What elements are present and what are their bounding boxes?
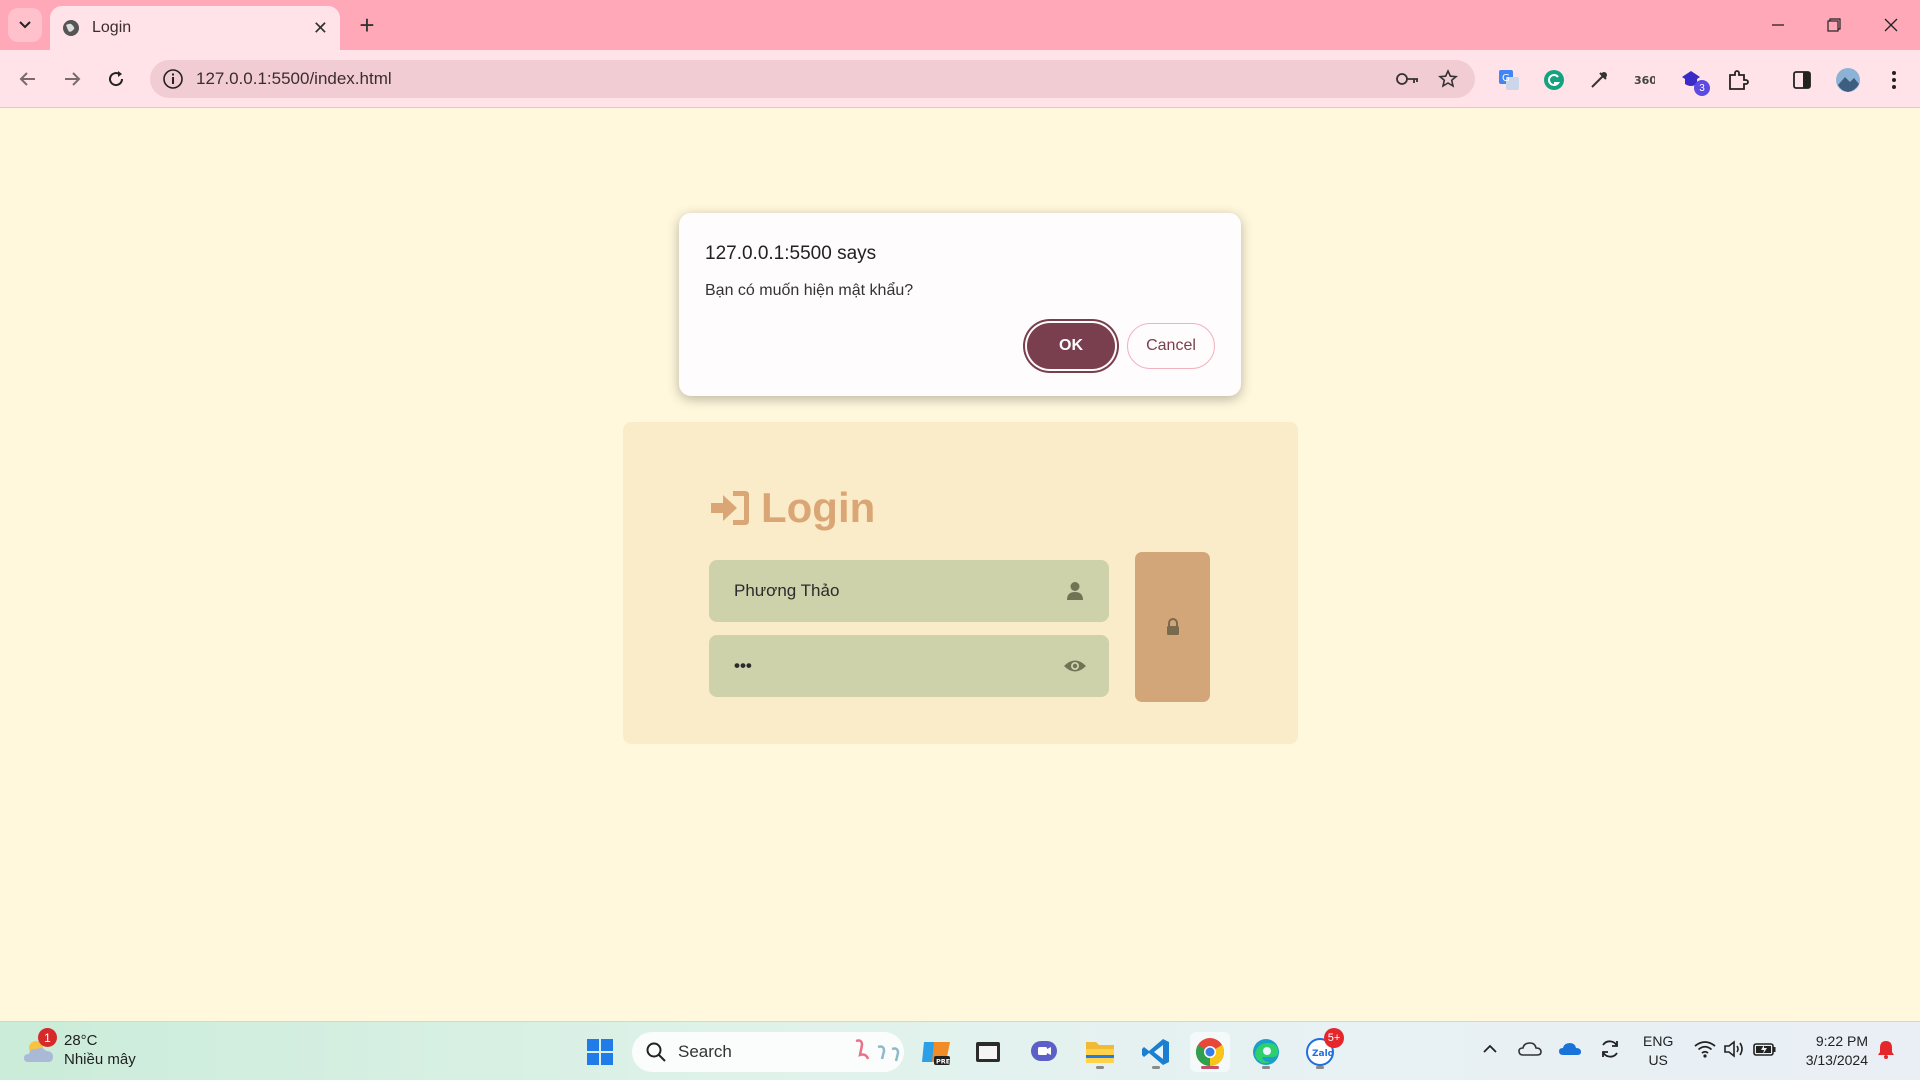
password-value: ••• xyxy=(734,656,752,675)
globe-icon xyxy=(63,20,79,36)
weather-widget[interactable]: 1 28°C Nhiều mây xyxy=(22,1028,162,1074)
notification-bell-icon[interactable] xyxy=(1873,1036,1899,1062)
ok-button[interactable]: OK xyxy=(1027,323,1115,369)
svg-text:Zalo: Zalo xyxy=(1312,1049,1334,1059)
profile-avatar[interactable] xyxy=(1834,66,1862,94)
clock-date: 3/13/2024 xyxy=(1805,1052,1868,1068)
dialog-message: Bạn có muốn hiện mật khẩu? xyxy=(705,282,914,299)
sync-icon[interactable] xyxy=(1597,1036,1623,1062)
username-value: Phương Thảo xyxy=(734,581,840,600)
chevron-down-icon xyxy=(19,21,31,29)
chevron-up-icon xyxy=(1483,1044,1497,1053)
login-card: Login Phương Thảo ••• xyxy=(623,422,1298,744)
svg-text:PRE: PRE xyxy=(936,1058,950,1066)
new-tab-button[interactable]: + xyxy=(352,10,382,40)
input-language-indicator[interactable]: ENG US xyxy=(1643,1032,1673,1070)
close-window-button[interactable] xyxy=(1871,8,1911,42)
cancel-button[interactable]: Cancel xyxy=(1127,323,1215,369)
minimize-icon xyxy=(1772,24,1784,26)
password-key-icon[interactable] xyxy=(1395,66,1421,92)
tab-search-button[interactable] xyxy=(8,8,42,42)
tab-close-icon[interactable]: ✕ xyxy=(313,18,328,39)
arrow-left-icon xyxy=(19,72,35,86)
active-tab[interactable]: Login ✕ xyxy=(50,6,340,50)
weather-alert-badge: 1 xyxy=(38,1028,57,1047)
battery-icon[interactable] xyxy=(1752,1036,1778,1062)
login-title: Login xyxy=(761,484,876,531)
running-indicator xyxy=(1152,1066,1160,1069)
google-translate-icon[interactable]: G xyxy=(1495,66,1523,94)
extension-360-icon[interactable]: 360 xyxy=(1630,66,1658,94)
user-icon xyxy=(1063,579,1087,603)
zalo-notification-badge: 5+ xyxy=(1324,1028,1344,1048)
password-field[interactable]: ••• xyxy=(709,635,1109,697)
taskbar-search[interactable]: Search xyxy=(632,1032,904,1072)
eye-icon[interactable] xyxy=(1063,654,1087,678)
bookmark-star-icon[interactable] xyxy=(1435,66,1461,92)
chrome-icon[interactable] xyxy=(1190,1032,1230,1072)
windows-logo-icon xyxy=(587,1039,613,1065)
search-icon xyxy=(646,1042,666,1062)
alert-dialog: 127.0.0.1:5500 says Bạn có muốn hiện mật… xyxy=(679,213,1241,396)
address-bar[interactable]: 127.0.0.1:5500/index.html xyxy=(150,60,1475,98)
color-picker-icon[interactable] xyxy=(1585,66,1613,94)
username-field[interactable]: Phương Thảo xyxy=(709,560,1109,622)
url-text: 127.0.0.1:5500/index.html xyxy=(196,69,392,88)
teams-meet-icon[interactable] xyxy=(1024,1032,1064,1072)
dialog-title: 127.0.0.1:5500 says xyxy=(705,243,877,264)
extension-count-badge: 3 xyxy=(1694,80,1710,96)
start-button[interactable] xyxy=(580,1032,620,1072)
edge-icon[interactable] xyxy=(1246,1032,1286,1072)
svg-text:G: G xyxy=(1502,73,1510,84)
onedrive-icon[interactable] xyxy=(1557,1036,1583,1062)
copilot-pre-icon[interactable]: PRE xyxy=(916,1032,956,1072)
extensions-puzzle-icon[interactable] xyxy=(1724,66,1752,94)
extension-badge-icon[interactable]: 3 xyxy=(1678,66,1710,96)
page-viewport: Login Phương Thảo ••• 127.0.0.1:5500 say… xyxy=(0,109,1920,1021)
file-manager-icon[interactable] xyxy=(968,1032,1008,1072)
reload-icon xyxy=(109,71,124,87)
region-code: US xyxy=(1648,1052,1668,1068)
active-indicator xyxy=(1201,1066,1219,1069)
arrow-right-icon xyxy=(65,72,81,86)
flamingo-illustration-icon xyxy=(855,1039,900,1062)
sign-in-icon xyxy=(711,491,749,525)
back-button[interactable] xyxy=(12,63,44,95)
running-indicator xyxy=(1316,1066,1324,1069)
wifi-icon[interactable] xyxy=(1692,1036,1718,1062)
site-info-icon[interactable] xyxy=(162,68,184,90)
login-submit-button[interactable] xyxy=(1135,552,1210,702)
close-icon xyxy=(1884,18,1898,32)
minimize-button[interactable] xyxy=(1758,8,1798,42)
zalo-icon[interactable]: Zalo 5+ xyxy=(1300,1028,1344,1072)
system-clock[interactable]: 9:22 PM 3/13/2024 xyxy=(1794,1032,1868,1070)
login-heading: Login xyxy=(709,484,875,532)
browser-toolbar: 127.0.0.1:5500/index.html G 360 3 xyxy=(0,50,1920,108)
reload-button[interactable] xyxy=(100,63,132,95)
file-explorer-icon[interactable] xyxy=(1080,1032,1120,1072)
tab-strip: Login ✕ + xyxy=(0,0,1920,50)
restore-icon xyxy=(1827,18,1841,32)
grammarly-icon[interactable] xyxy=(1540,66,1568,94)
language-code: ENG xyxy=(1643,1033,1674,1049)
tab-title: Login xyxy=(92,19,132,36)
clock-time: 9:22 PM xyxy=(1815,1033,1868,1049)
svg-text:360: 360 xyxy=(1634,74,1655,87)
forward-button[interactable] xyxy=(56,63,88,95)
restore-button[interactable] xyxy=(1814,8,1854,42)
volume-icon[interactable] xyxy=(1721,1036,1747,1062)
running-indicator xyxy=(1096,1066,1104,1069)
lock-icon xyxy=(1166,618,1179,635)
side-panel-icon[interactable] xyxy=(1788,66,1816,94)
vscode-icon[interactable] xyxy=(1136,1032,1176,1072)
onedrive-personal-icon[interactable] xyxy=(1517,1036,1543,1062)
running-indicator xyxy=(1262,1066,1270,1069)
weather-condition: Nhiều mây xyxy=(64,1051,136,1068)
menu-dots-icon[interactable] xyxy=(1880,66,1908,94)
weather-temperature: 28°C xyxy=(64,1032,98,1049)
windows-taskbar: 1 28°C Nhiều mây Search PRE Zalo 5+ ENG … xyxy=(0,1021,1920,1080)
show-hidden-icons-button[interactable] xyxy=(1477,1036,1503,1062)
search-placeholder: Search xyxy=(678,1042,732,1061)
